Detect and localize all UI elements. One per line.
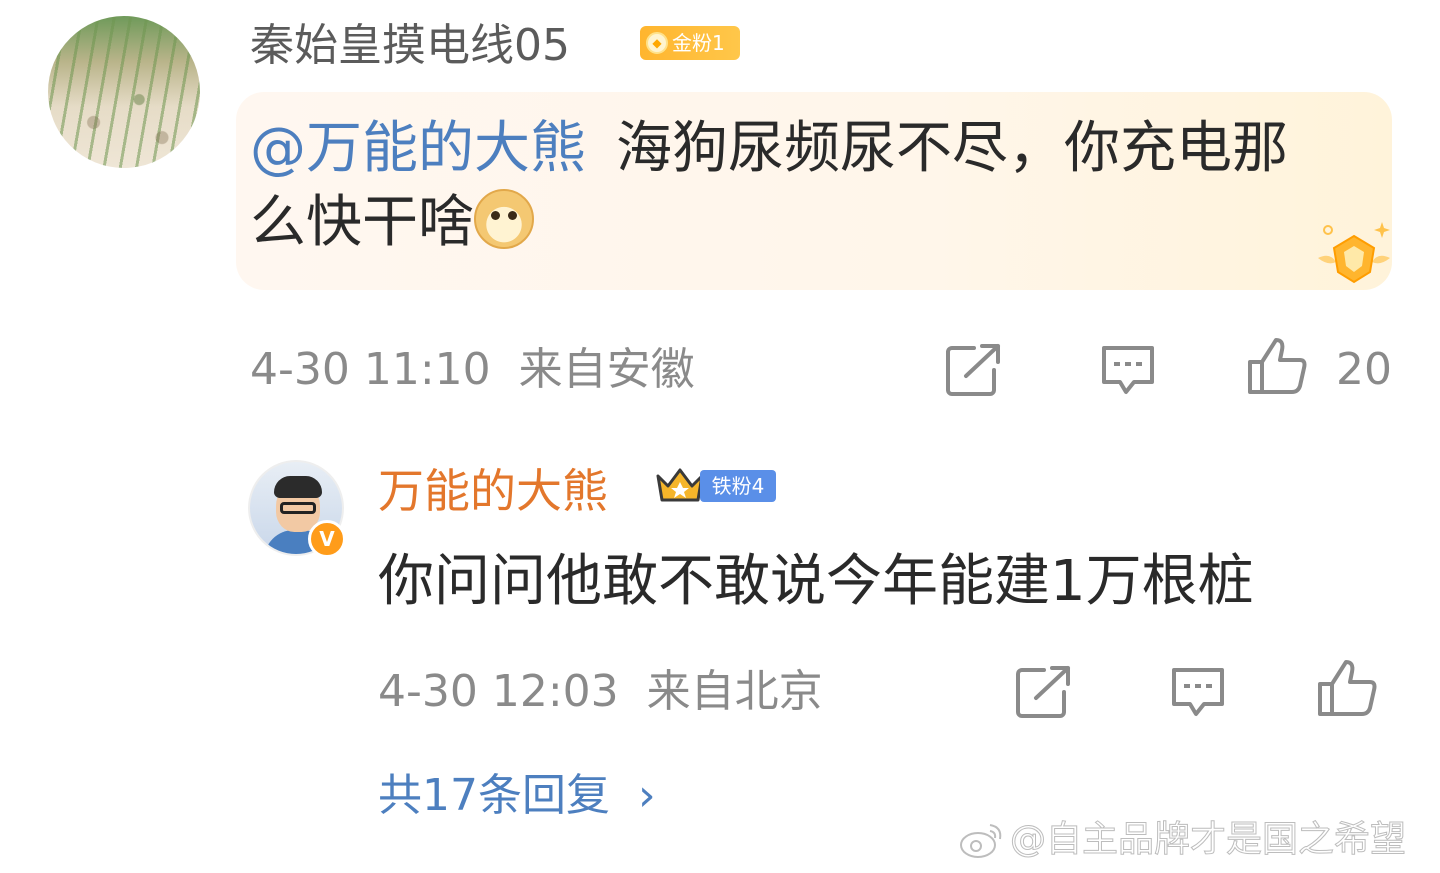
more-replies-label: 共17条回复 [378,770,610,821]
watermark-text: @自主品牌才是国之希望 [1009,819,1407,860]
reply-body: 你问问他敢不敢说今年能建1万根桩 [378,549,1254,614]
comment-location: 来自安徽 [518,344,695,395]
diamond-icon: ◆ [646,32,668,54]
reply-share-icon[interactable] [1014,664,1074,720]
comment-meta: 4-30 11:10 来自安徽 [250,342,695,398]
reply-timestamp: 4-30 12:03 [378,666,619,717]
comment-icon[interactable] [1098,342,1158,398]
watermark: @自主品牌才是国之希望 [958,819,1407,860]
share-icon[interactable] [944,342,1004,398]
iron-fan-badge[interactable]: 铁粉4 [654,466,780,506]
reply-location: 来自北京 [646,666,823,717]
reply-meta: 4-30 12:03 来自北京 [378,664,823,720]
reply-like-icon[interactable] [1316,658,1380,718]
weibo-logo-icon [960,824,1002,858]
weibo-comment-thread: 秦始皇摸电线05 ◆ 金粉1 @万能的大熊 海狗尿频尿不尽，你充电那 么快干啥 4… [0,0,1440,873]
comment-timestamp: 4-30 11:10 [250,344,491,395]
verified-badge: V [308,520,346,558]
doge-emoji-icon [474,189,534,249]
commenter-username[interactable]: 秦始皇摸电线05 [250,18,570,74]
like-count: 20 [1336,344,1392,395]
view-more-replies-link[interactable]: 共17条回复 › [378,768,656,824]
iron-fan-badge-label: 铁粉4 [700,470,776,502]
crown-icon [656,468,704,502]
comment-text-line2: 么快干啥 [250,190,474,255]
replier-username[interactable]: 万能的大熊 [378,462,608,520]
chevron-right-icon: › [638,770,656,821]
comment-text-line1: 海狗尿频尿不尽，你充电那 [616,116,1288,181]
gold-badge-decoration-icon [1318,222,1390,284]
mention-link[interactable]: @万能的大熊 [250,116,586,181]
comment-body: @万能的大熊 海狗尿频尿不尽，你充电那 么快干啥 [250,112,1370,260]
gold-fan-badge[interactable]: ◆ 金粉1 [640,26,740,60]
like-icon[interactable] [1246,336,1310,396]
gold-fan-badge-label: 金粉1 [672,31,725,55]
reply-comment-icon[interactable] [1168,664,1228,720]
commenter-avatar[interactable] [48,16,200,168]
